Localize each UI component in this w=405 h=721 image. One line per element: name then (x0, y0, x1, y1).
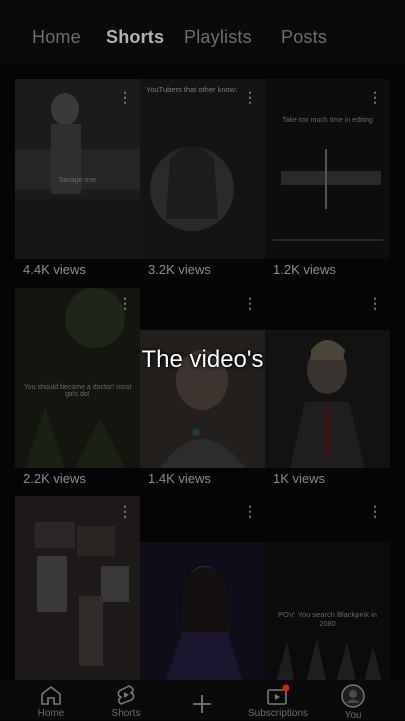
subscriptions-icon (267, 684, 290, 705)
short-item[interactable]: Savage one ⋮ 4.4K views (15, 64, 140, 277)
short-thumbnail[interactable] (140, 542, 265, 680)
create-icon (193, 695, 211, 713)
short-caption: Take too much time in editing (282, 117, 373, 124)
short-thumbnail[interactable]: You should become a doctor! most girls d… (15, 288, 140, 468)
thumbnail-image (140, 79, 265, 259)
short-views: 1.4K views (148, 471, 211, 486)
short-item[interactable]: ⋮ (15, 496, 140, 680)
you-icon (341, 684, 365, 708)
nav-subscriptions[interactable]: Subscriptions (243, 680, 313, 719)
nav-create[interactable] (167, 680, 237, 718)
home-icon (41, 685, 61, 705)
short-thumbnail[interactable]: Take too much time in editing (265, 79, 390, 259)
tab-playlists[interactable]: Playlists (184, 27, 252, 48)
thumbnail-image (15, 288, 140, 468)
more-options-icon[interactable]: ⋮ (243, 90, 257, 104)
video-overlay-text: The video's (141, 346, 264, 373)
short-caption: Savage one (58, 177, 97, 184)
more-options-icon[interactable]: ⋮ (118, 296, 132, 310)
thumbnail-image (140, 542, 265, 680)
more-options-icon[interactable]: ⋮ (368, 90, 382, 104)
short-thumbnail[interactable]: POV: You search Blackpink in 2080 (265, 542, 390, 680)
short-item[interactable]: POV: You search Blackpink in 2080 ⋮ (265, 496, 390, 680)
nav-label: Subscriptions (247, 708, 309, 719)
more-options-icon[interactable]: ⋮ (243, 504, 257, 518)
short-thumbnail[interactable]: Savage one (15, 79, 140, 259)
bottom-navigation: Home Shorts Subscriptions You (0, 680, 405, 721)
more-options-icon[interactable]: ⋮ (118, 504, 132, 518)
short-views: 2.2K views (23, 471, 86, 486)
notification-dot (282, 684, 290, 692)
nav-home[interactable]: Home (16, 680, 86, 719)
short-views: 3.2K views (148, 262, 211, 277)
short-item[interactable]: ⋮ 1K views (265, 288, 390, 488)
short-views: 4.4K views (23, 262, 86, 277)
tab-posts[interactable]: Posts (281, 27, 327, 48)
nav-you[interactable]: You (318, 680, 388, 721)
more-options-icon[interactable]: ⋮ (368, 296, 382, 310)
short-caption: POV: You search Blackpink in 2080 (278, 610, 377, 628)
more-options-icon[interactable]: ⋮ (368, 504, 382, 518)
nav-label: You (344, 710, 362, 721)
tab-shorts[interactable]: Shorts (106, 27, 164, 48)
nav-label: Shorts (111, 708, 141, 719)
thumbnail-image (15, 496, 140, 680)
short-item[interactable]: Take too much time in editing ⋮ 1.2K vie… (265, 64, 390, 277)
short-item[interactable]: ⋮ 1.4K views (140, 288, 265, 488)
thumbnail-image (15, 79, 140, 259)
short-item[interactable]: YouTubers that other know: ⋮ 3.2K views (140, 64, 265, 277)
more-options-icon[interactable]: ⋮ (243, 296, 257, 310)
shorts-icon (117, 685, 135, 705)
short-thumbnail[interactable] (15, 496, 140, 680)
short-thumbnail[interactable]: YouTubers that other know: (140, 79, 265, 259)
short-views: 1.2K views (273, 262, 336, 277)
short-item[interactable]: ⋮ (140, 496, 265, 680)
short-caption: You should become a doctor! most girls d… (23, 384, 132, 398)
channel-tabs: Home Shorts Playlists Posts (0, 0, 405, 64)
nav-shorts[interactable]: Shorts (91, 680, 161, 719)
tab-home[interactable]: Home (32, 27, 81, 48)
nav-label: Home (37, 708, 65, 719)
more-options-icon[interactable]: ⋮ (118, 90, 132, 104)
short-views: 1K views (273, 471, 326, 486)
short-item[interactable]: You should become a doctor! most girls d… (15, 288, 140, 488)
thumbnail-image (265, 79, 390, 259)
